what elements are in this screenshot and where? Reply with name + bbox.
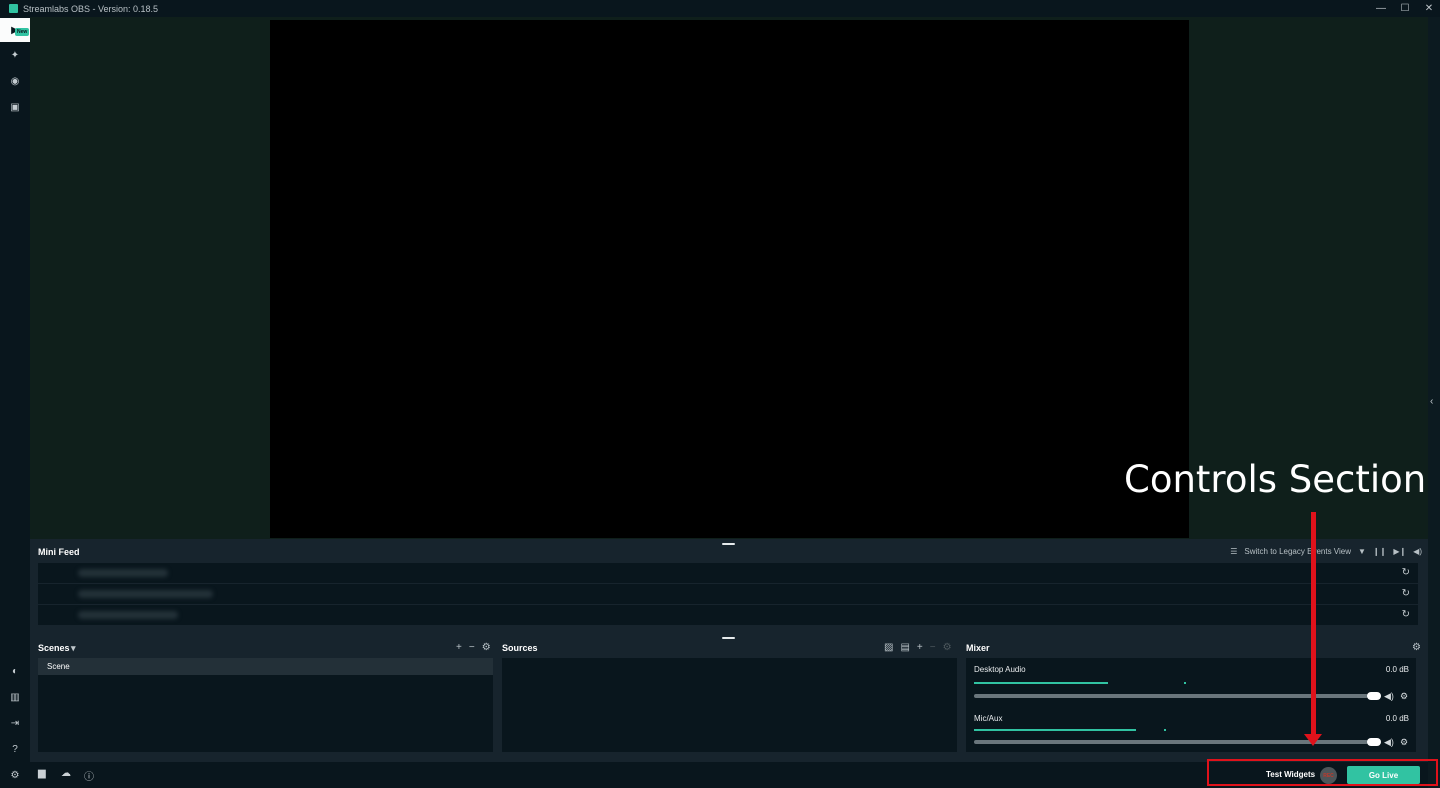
meter-peak	[1164, 729, 1166, 731]
annotation-highlight-box	[1207, 759, 1438, 786]
scenes-title: Scenes	[38, 643, 70, 653]
mixer-channel-mic: Mic/Aux 0.0 dB ◀) ⚙	[974, 713, 1409, 753]
mini-feed: Mini Feed ☰ Switch to Legacy Events View…	[30, 545, 1428, 629]
blurred-event-text	[78, 611, 178, 619]
nav-dashboard-button[interactable]: ◉	[0, 69, 30, 93]
speaker-icon[interactable]: ◀)	[1384, 737, 1394, 748]
mini-feed-title: Mini Feed	[38, 547, 80, 557]
nav-store-button[interactable]: ▣	[0, 95, 30, 119]
group-icon[interactable]: ▨	[884, 642, 893, 653]
window-title: Streamlabs OBS - Version: 0.18.5	[23, 3, 159, 14]
repeat-icon[interactable]: ↻	[1402, 567, 1410, 578]
channel-name: Desktop Audio	[974, 665, 1026, 674]
meter-level	[974, 729, 1136, 731]
minimize-button[interactable]: —	[1376, 3, 1386, 14]
gear-icon[interactable]: ⚙	[1400, 737, 1408, 748]
add-source-button[interactable]: +	[917, 642, 923, 653]
volume-slider-knob[interactable]	[1367, 738, 1381, 746]
source-settings-button[interactable]: ⚙	[943, 642, 952, 653]
folder-icon[interactable]: ▤	[900, 642, 909, 653]
volume-slider[interactable]	[974, 694, 1368, 698]
list-item: ↻	[38, 563, 1418, 583]
nav-studio-mode-button[interactable]: ▥	[0, 685, 30, 709]
new-badge: New	[15, 28, 30, 36]
window-titlebar: Streamlabs OBS - Version: 0.18.5 — ☐ ✕	[0, 0, 1440, 17]
dashboard-icon: ◉	[10, 75, 20, 87]
scene-item[interactable]: Scene	[38, 658, 493, 675]
scenes-toolbar: + − ⚙	[456, 642, 491, 653]
gear-icon[interactable]: ⚙	[1400, 691, 1408, 702]
speaker-icon[interactable]: ◀)	[1384, 691, 1394, 702]
skip-icon[interactable]: ▶❙	[1393, 547, 1406, 556]
mini-feed-toolbar: ☰ Switch to Legacy Events View ▼ ❙❙ ▶❙ ◀…	[1230, 547, 1422, 556]
settings-icon: ⚙	[10, 769, 20, 781]
annotation-label: Controls Section	[1124, 458, 1427, 501]
mixer-channel-desktop: Desktop Audio 0.0 dB ◀) ⚙	[974, 664, 1409, 704]
sources-title: Sources	[502, 643, 538, 653]
volume-slider-knob[interactable]	[1367, 692, 1381, 700]
themes-icon: ✦	[10, 49, 20, 61]
annotation-arrow-line	[1311, 512, 1316, 737]
app-logo-icon	[9, 4, 18, 13]
help-icon: ?	[12, 743, 18, 755]
sources-toolbar: ▨ ▤ + − ⚙	[884, 642, 952, 653]
close-button[interactable]: ✕	[1424, 3, 1434, 14]
nav-logout-button[interactable]: ⇥	[0, 711, 30, 735]
nav-themes-button[interactable]: ✦	[0, 43, 30, 67]
remove-scene-button[interactable]: −	[469, 642, 475, 653]
store-icon: ▣	[10, 101, 20, 113]
cloud-icon[interactable]: ☁	[61, 768, 71, 779]
annotation-arrowhead	[1304, 734, 1322, 746]
nav-help-button[interactable]: ?	[0, 737, 30, 761]
blurred-event-text	[78, 569, 168, 577]
meter-level	[974, 682, 1108, 684]
remove-source-button[interactable]: −	[930, 642, 936, 653]
repeat-icon[interactable]: ↻	[1402, 609, 1410, 620]
list-item: ↻	[38, 584, 1418, 604]
pause-icon[interactable]: ❙❙	[1373, 547, 1386, 556]
blurred-event-text	[78, 590, 213, 598]
nav-settings-button[interactable]: ⚙	[0, 763, 30, 787]
scene-settings-button[interactable]: ⚙	[482, 642, 491, 653]
mixer-settings-icon[interactable]: ⚙	[1412, 642, 1421, 653]
filter-icon[interactable]: ▼	[1358, 547, 1366, 556]
channel-name: Mic/Aux	[974, 714, 1003, 723]
list-item: ↻	[38, 605, 1418, 625]
studio-mode-icon: ▥	[10, 691, 20, 703]
stream-preview[interactable]	[270, 20, 1189, 538]
maximize-button[interactable]: ☐	[1400, 3, 1410, 14]
channel-db: 0.0 dB	[1385, 714, 1409, 723]
mini-feed-list: ↻ ↻ ↻	[38, 563, 1418, 626]
stats-icon[interactable]: ▆	[38, 768, 46, 779]
add-scene-button[interactable]: +	[456, 642, 462, 653]
chevron-left-icon[interactable]: ‹	[1430, 396, 1433, 407]
dashboard-icon: ◐	[11, 665, 19, 677]
switch-legacy-view-link[interactable]: Switch to Legacy Events View	[1244, 547, 1351, 556]
resize-handle[interactable]	[722, 637, 735, 639]
channel-db: 0.0 dB	[1385, 665, 1409, 674]
nav-bottom-dashboard-button[interactable]: ◐	[0, 659, 30, 683]
sources-list	[502, 658, 957, 752]
volume-meter	[974, 682, 1368, 687]
window-controls: — ☐ ✕	[1376, 0, 1434, 17]
info-icon[interactable]: ⓘ	[84, 768, 94, 783]
repeat-icon[interactable]: ↻	[1402, 588, 1410, 599]
list-icon: ☰	[1230, 547, 1238, 556]
mixer-title: Mixer	[966, 643, 990, 653]
chevron-down-icon[interactable]: ▾	[71, 643, 76, 654]
side-navigation: ▶ ✦ ◉ ▣ ◐ ▥ ⇥ ? ⚙	[0, 17, 30, 788]
meter-peak	[1184, 682, 1186, 684]
logout-icon: ⇥	[10, 717, 20, 729]
volume-icon[interactable]: ◀)	[1413, 547, 1422, 556]
